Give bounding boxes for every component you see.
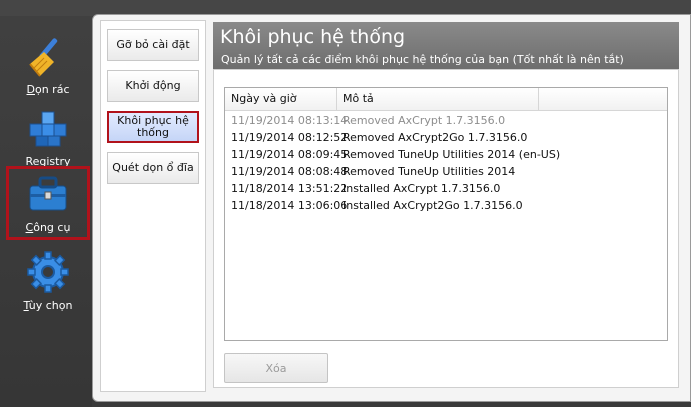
cell-description: Removed TuneUp Utilities 2014 bbox=[343, 165, 516, 178]
toolbox-icon bbox=[29, 176, 67, 211]
subnav-system-restore[interactable]: Khôi phục hệ thống bbox=[107, 111, 199, 143]
delete-button[interactable]: Xóa bbox=[224, 353, 328, 383]
column-header-datetime[interactable]: Ngày và giờ bbox=[225, 88, 337, 110]
table-row[interactable]: 11/19/2014 08:12:52 Removed AxCrypt2Go 1… bbox=[225, 129, 667, 146]
table-row[interactable]: 11/19/2014 08:09:45 Removed TuneUp Utili… bbox=[225, 146, 667, 163]
cell-datetime: 11/19/2014 08:13:14 bbox=[231, 114, 348, 127]
tools-subnav: Gỡ bỏ cài đặt Khởi động Khôi phục hệ thố… bbox=[100, 20, 206, 392]
column-header-description[interactable]: Mô tả bbox=[337, 88, 539, 110]
main-sidebar: Dọn rác Registry Công cụ Tùy chọn bbox=[0, 16, 92, 407]
subnav-disk-cleanup[interactable]: Quét dọn ổ đĩa bbox=[107, 152, 199, 184]
restore-points-list[interactable]: Ngày và giờ Mô tả 11/19/2014 08:13:14 Re… bbox=[224, 87, 668, 341]
page-title: Khôi phục hệ thống bbox=[220, 26, 406, 48]
cell-datetime: 11/19/2014 08:08:48 bbox=[231, 165, 348, 178]
cell-datetime: 11/18/2014 13:06:06 bbox=[231, 199, 348, 212]
page-subtitle: Quản lý tất cả các điểm khôi phục hệ thố… bbox=[221, 53, 624, 66]
sidebar-item-registry[interactable]: Registry bbox=[8, 102, 88, 172]
table-row[interactable]: 11/19/2014 08:08:48 Removed TuneUp Utili… bbox=[225, 163, 667, 180]
sidebar-item-tools[interactable]: Công cụ bbox=[6, 166, 90, 240]
cell-description: Removed AxCrypt2Go 1.7.3156.0 bbox=[343, 131, 528, 144]
cell-description: Removed AxCrypt 1.7.3156.0 bbox=[343, 114, 506, 127]
registry-cubes-icon bbox=[29, 111, 67, 147]
subnav-startup[interactable]: Khởi động bbox=[107, 70, 199, 102]
subnav-uninstall[interactable]: Gỡ bỏ cài đặt bbox=[107, 29, 199, 61]
gear-icon bbox=[27, 251, 69, 293]
list-header: Ngày và giờ Mô tả bbox=[225, 88, 667, 111]
cell-description: Installed AxCrypt2Go 1.7.3156.0 bbox=[343, 199, 523, 212]
broom-icon bbox=[29, 38, 58, 77]
page-header: Khôi phục hệ thống Quản lý tất cả các đi… bbox=[213, 22, 679, 69]
sidebar-item-cleanup[interactable]: Dọn rác bbox=[8, 30, 88, 100]
cell-description: Installed AxCrypt 1.7.3156.0 bbox=[343, 182, 501, 195]
cell-datetime: 11/19/2014 08:12:52 bbox=[231, 131, 348, 144]
table-row[interactable]: 11/18/2014 13:51:22 Installed AxCrypt 1.… bbox=[225, 180, 667, 197]
table-row[interactable]: 11/18/2014 13:06:06 Installed AxCrypt2Go… bbox=[225, 197, 667, 214]
cell-description: Removed TuneUp Utilities 2014 (en-US) bbox=[343, 148, 561, 161]
restore-content: Ngày và giờ Mô tả 11/19/2014 08:13:14 Re… bbox=[213, 69, 679, 388]
cell-datetime: 11/19/2014 08:09:45 bbox=[231, 148, 348, 161]
sidebar-item-options[interactable]: Tùy chọn bbox=[8, 246, 88, 316]
cell-datetime: 11/18/2014 13:51:22 bbox=[231, 182, 348, 195]
table-row[interactable]: 11/19/2014 08:13:14 Removed AxCrypt 1.7.… bbox=[225, 112, 667, 129]
